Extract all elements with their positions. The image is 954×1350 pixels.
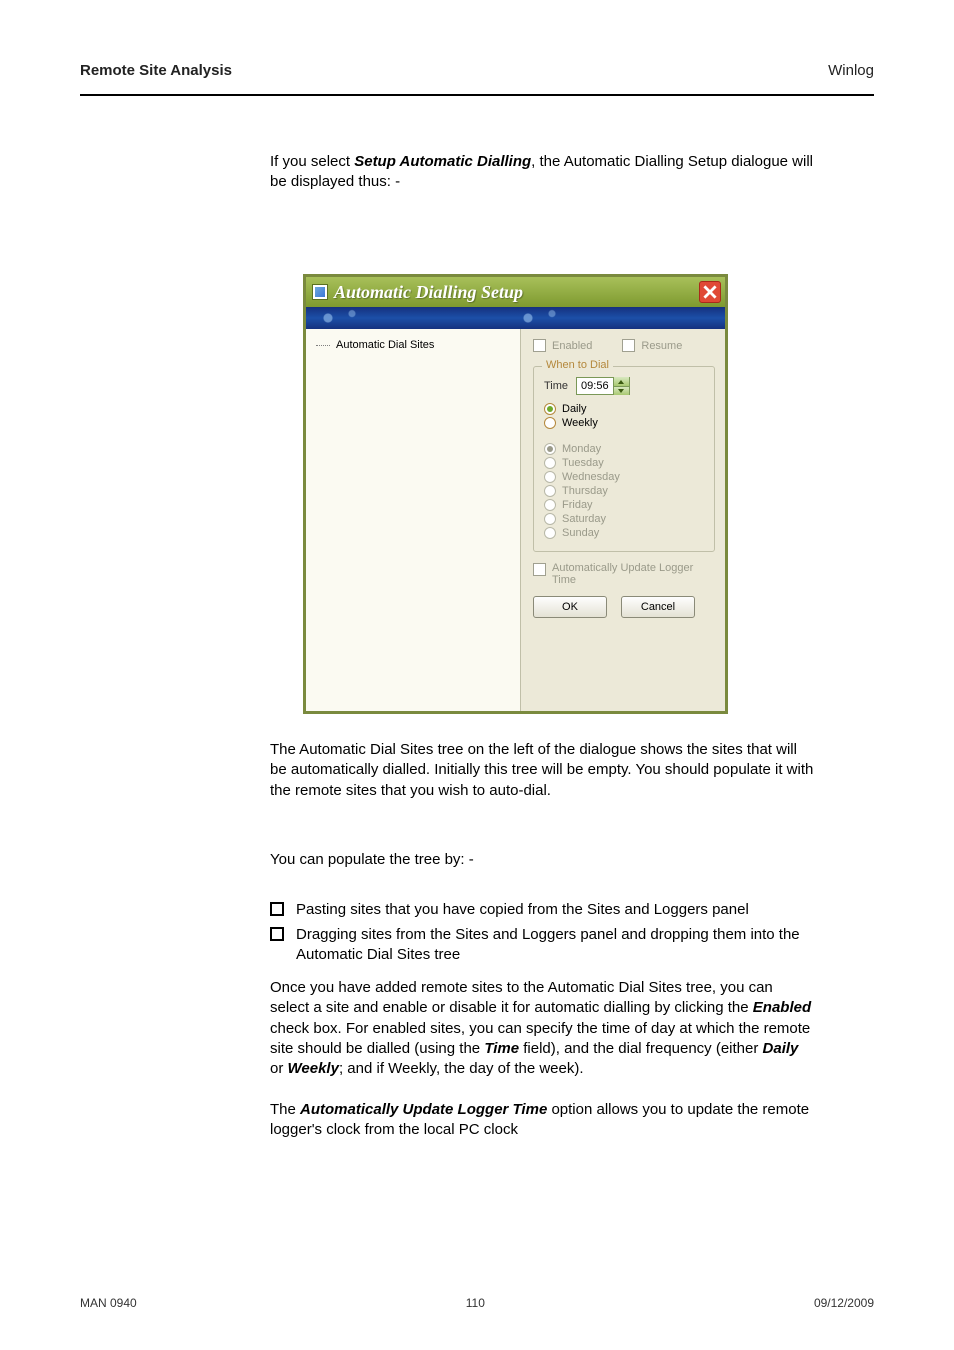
sites-tree-pane[interactable]: Automatic Dial Sites [306,329,521,711]
checkbox-icon [533,339,546,352]
radio-icon [544,403,556,415]
day-label: Friday [562,499,593,511]
radio-icon [544,471,556,483]
footer-page-number: 110 [466,1296,485,1310]
time-input[interactable]: 09:56 [576,377,630,395]
daily-label: Daily [562,403,586,415]
radio-icon [544,513,556,525]
checkbox-icon [622,339,635,352]
term: Automatically Update Logger Time [300,1101,547,1118]
auto-update-checkbox[interactable]: Automatically Update Logger Time [533,562,715,586]
automatic-dialling-setup-dialog: Automatic Dialling Setup Automatic Dial … [303,274,728,714]
text: ; and if Weekly, the day of the week). [339,1060,584,1077]
day-label: Tuesday [562,457,604,469]
saturday-radio: Saturday [544,513,704,525]
term: Daily [763,1040,799,1057]
day-label: Thursday [562,485,608,497]
dialog-banner [306,307,725,329]
dialog-title: Automatic Dialling Setup [334,282,699,303]
resume-checkbox[interactable]: Resume [622,339,682,352]
bullet-item: Pasting sites that you have copied from … [270,900,814,920]
close-icon [703,285,717,299]
monday-radio: Monday [544,443,704,455]
day-label: Wednesday [562,471,620,483]
enabled-label: Enabled [552,340,592,352]
spinner-down-button[interactable] [613,386,629,395]
radio-icon [544,527,556,539]
chevron-down-icon [618,389,624,393]
footer-date: 09/12/2009 [814,1296,874,1310]
chevron-up-icon [618,380,624,384]
radio-icon [544,443,556,455]
text: The [270,1101,300,1118]
term: Time [484,1040,519,1057]
time-label: Time [544,380,568,392]
wednesday-radio: Wednesday [544,471,704,483]
cancel-button[interactable]: Cancel [621,596,695,618]
sites-tree-paragraph: The Automatic Dial Sites tree on the lef… [270,740,814,801]
text: field), and the dial frequency (either [519,1040,762,1057]
header-rule [80,94,874,96]
intro-paragraph: If you select Setup Automatic Dialling, … [270,152,814,233]
text: or [270,1060,288,1077]
tree-root-label: Automatic Dial Sites [336,339,434,351]
day-label: Monday [562,443,601,455]
group-title: When to Dial [542,359,613,371]
bullet-icon [270,927,284,941]
settings-pane: Enabled Resume When to Dial Time 09:56 [521,329,725,711]
tree-root-item[interactable]: Automatic Dial Sites [310,337,516,353]
auto-update-label: Automatically Update Logger Time [552,562,715,586]
checkbox-icon [533,563,546,576]
dialog-titlebar[interactable]: Automatic Dialling Setup [306,277,725,307]
enable-paragraph: Once you have added remote sites to the … [270,978,814,1140]
time-spinner[interactable] [613,377,629,395]
menu-item-name: Setup Automatic Dialling [354,153,531,170]
term: Enabled [753,999,811,1016]
close-button[interactable] [699,281,721,303]
term: Weekly [288,1060,339,1077]
tree-connector-icon [316,345,330,346]
when-to-dial-group: When to Dial Time 09:56 Daily Weekly [533,366,715,552]
text: If you select [270,153,354,170]
bullet-item: Dragging sites from the Sites and Logger… [270,925,814,966]
radio-icon [544,457,556,469]
bullet-text: Dragging sites from the Sites and Logger… [296,925,814,966]
sunday-radio: Sunday [544,527,704,539]
radio-icon [544,499,556,511]
weekly-label: Weekly [562,417,598,429]
weekly-radio[interactable]: Weekly [544,417,704,429]
footer-doc-id: MAN 0940 [80,1296,137,1310]
enabled-checkbox[interactable]: Enabled [533,339,592,352]
radio-icon [544,417,556,429]
tuesday-radio: Tuesday [544,457,704,469]
header-left: Remote Site Analysis [80,62,232,79]
text: Once you have added remote sites to the … [270,979,773,1016]
radio-icon [544,485,556,497]
bullet-text: Pasting sites that you have copied from … [296,900,814,920]
spinner-up-button[interactable] [613,377,629,386]
ok-button[interactable]: OK [533,596,607,618]
friday-radio: Friday [544,499,704,511]
day-label: Sunday [562,527,599,539]
bullet-icon [270,902,284,916]
time-value: 09:56 [577,380,613,392]
day-label: Saturday [562,513,606,525]
thursday-radio: Thursday [544,485,704,497]
header-right: Winlog [828,62,874,79]
page-footer: MAN 0940 110 09/12/2009 [80,1296,874,1310]
resume-label: Resume [641,340,682,352]
populate-heading: You can populate the tree by: - Pasting … [270,850,814,969]
text: You can populate the tree by: - [270,850,814,870]
daily-radio[interactable]: Daily [544,403,704,415]
app-icon [312,284,328,300]
